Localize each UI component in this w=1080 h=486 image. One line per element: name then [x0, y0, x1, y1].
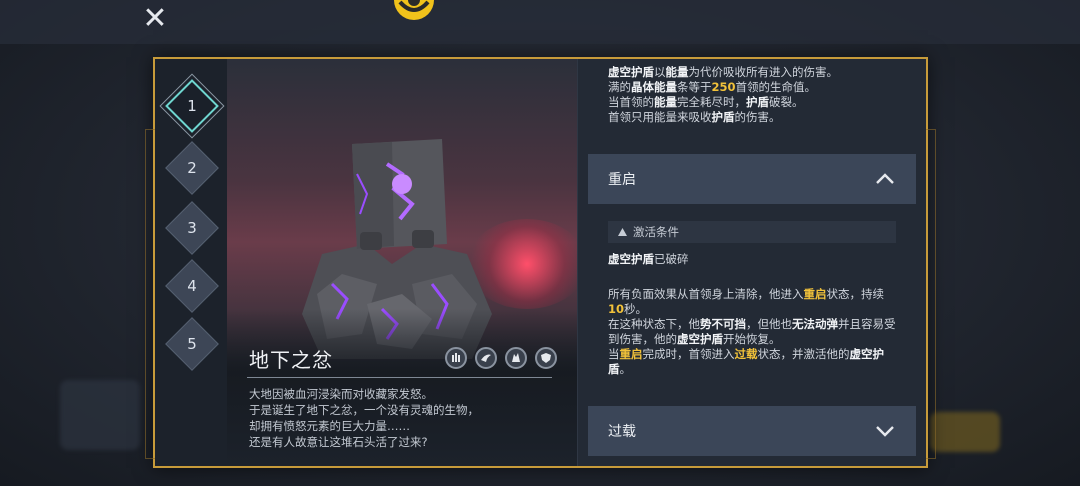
boss-name: 地下之忿: [249, 348, 333, 372]
crest-icon: [394, 0, 434, 20]
desc-line: 首领只用能量来吸收护盾的伤害。: [608, 110, 781, 124]
chevron-down-icon: [876, 426, 894, 437]
lore-line: 还是有人故意让这堆石头活了过来?: [249, 435, 428, 449]
stage-5-button[interactable]: 5: [165, 317, 219, 371]
beast-icon[interactable]: [505, 347, 527, 369]
lore-line: 大地因被血河浸染而对收藏家发怒。: [249, 387, 433, 401]
boss-info-panel: 1 2 3 4 5 地下之忿 大地因被血河浸染而对收藏家发怒。 于是诞生了地下之…: [145, 57, 936, 468]
wing-icon[interactable]: [475, 347, 497, 369]
mechanics-column: 虚空护盾以能量为代价吸收所有进入的伤害。 满的晶体能量条等于250首领的生命值。…: [577, 59, 926, 466]
stage-rail: 1 2 3 4 5: [155, 59, 227, 466]
void-shield-description: 虚空护盾以能量为代价吸收所有进入的伤害。 满的晶体能量条等于250首领的生命值。…: [608, 65, 838, 125]
lore-line: 却拥有愤怒元素的巨大力量……: [249, 419, 410, 433]
ability-icon-row: [445, 347, 557, 369]
stage-label: 1: [187, 97, 197, 115]
stage-1-button[interactable]: 1: [165, 79, 219, 133]
stage-label: 5: [187, 335, 197, 353]
background-button-blur: [930, 412, 1000, 452]
stage-label: 4: [187, 277, 197, 295]
desc-line: 满的晶体能量条等于250首领的生命值。: [608, 80, 817, 94]
section-title: 重启: [608, 172, 636, 188]
divider: [247, 377, 552, 378]
desc-line: 当首领的能量完全耗尽时，护盾破裂。: [608, 95, 804, 109]
section-title: 过载: [608, 424, 636, 440]
shield-icon[interactable]: [535, 347, 557, 369]
close-button[interactable]: ✕: [140, 4, 170, 34]
stage-3-button[interactable]: 3: [165, 201, 219, 255]
chevron-up-icon: [876, 173, 894, 184]
overload-section-header[interactable]: 过载: [588, 406, 916, 456]
boss-lore: 大地因被血河浸染而对收藏家发怒。 于是诞生了地下之忿，一个没有灵魂的生物， 却拥…: [249, 386, 569, 450]
hand-icon[interactable]: [445, 347, 467, 369]
reboot-effect-text: 所有负面效果从首领身上清除，他进入重启状态，持续10秒。 在这种状态下，他势不可挡…: [608, 287, 896, 376]
stage-label: 2: [187, 159, 197, 177]
lore-line: 于是诞生了地下之忿，一个没有灵魂的生物，: [249, 403, 479, 417]
condition-label: 激活条件: [633, 225, 679, 239]
background-panel-blur: [60, 380, 140, 450]
activation-condition-bar: 激活条件: [608, 221, 896, 243]
stage-label: 3: [187, 219, 197, 237]
stage-4-button[interactable]: 4: [165, 259, 219, 313]
desc-line: 虚空护盾以能量为代价吸收所有进入的伤害。: [608, 65, 838, 79]
stage-2-button[interactable]: 2: [165, 141, 219, 195]
reboot-section-header[interactable]: 重启: [588, 154, 916, 204]
triangle-up-icon: [618, 228, 627, 236]
condition-text: 虚空护盾已破碎: [608, 252, 689, 266]
boss-artwork: 地下之忿 大地因被血河浸染而对收藏家发怒。 于是诞生了地下之忿，一个没有灵魂的生…: [227, 59, 577, 466]
